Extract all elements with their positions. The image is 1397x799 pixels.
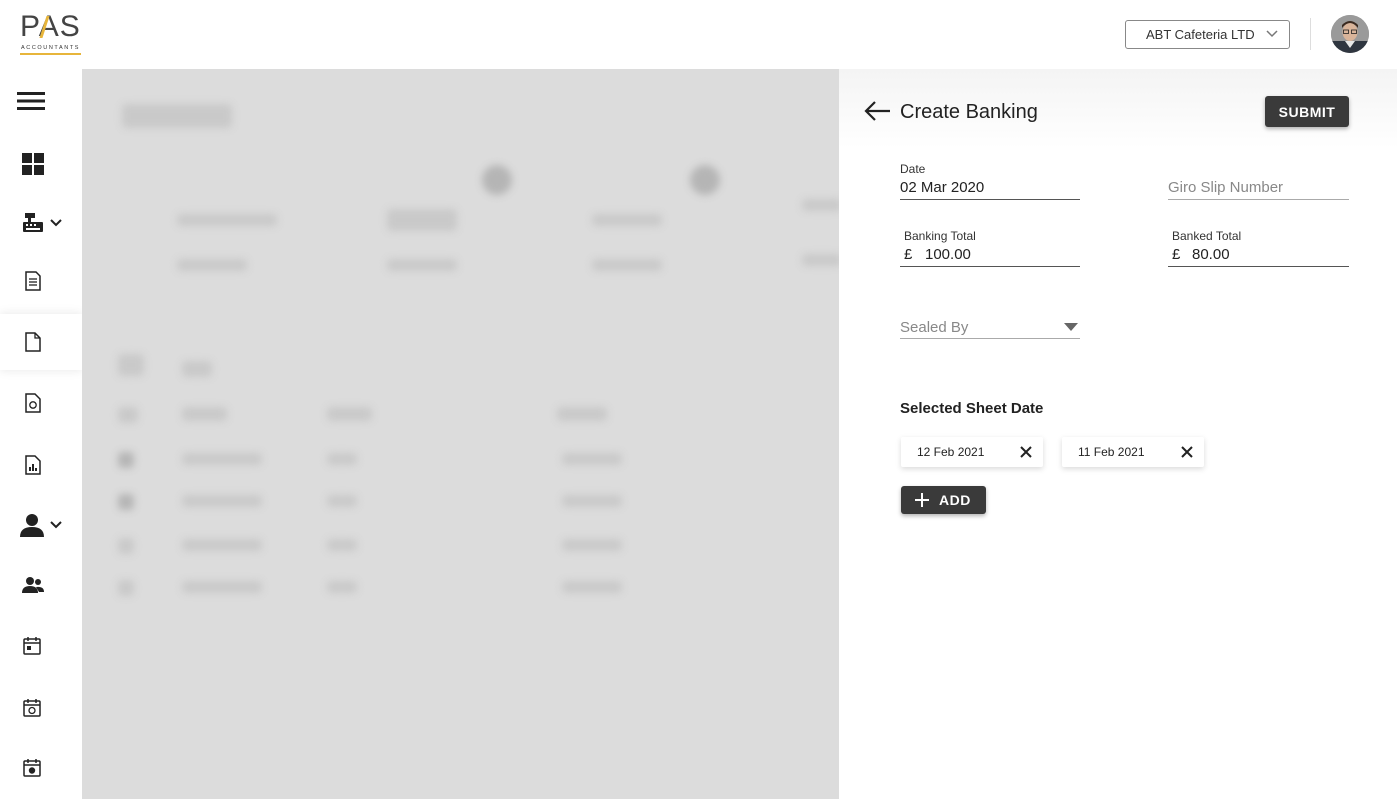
chevron-down-icon — [1266, 30, 1278, 38]
company-select-value: ABT Cafeteria LTD — [1146, 27, 1255, 42]
users-icon — [22, 577, 44, 593]
sidebar-item-calendar[interactable] — [0, 617, 82, 673]
panel-title: Create Banking — [900, 101, 1038, 123]
banking-total-field[interactable]: Banking Total £ 100.00 — [900, 228, 1080, 267]
logo-underline — [20, 53, 81, 55]
sidebar-item-calendar-check[interactable] — [0, 679, 82, 735]
document-money-icon — [25, 393, 41, 413]
document-list-icon — [25, 271, 41, 291]
company-select[interactable]: ABT Cafeteria LTD — [1125, 20, 1290, 49]
dashboard-icon — [22, 153, 44, 175]
report-icon — [25, 455, 41, 475]
sidebar-item-user[interactable] — [0, 497, 82, 553]
date-field[interactable]: Date 02 Mar 2020 — [900, 162, 1080, 200]
calendar-settings-icon — [23, 758, 41, 777]
logo-subtext: ACCOUNTANTS — [21, 45, 81, 51]
sidebar-item-dashboard[interactable] — [0, 136, 82, 192]
sidebar-item-document[interactable] — [0, 314, 82, 370]
banking-total-value: 100.00 — [925, 246, 971, 263]
back-arrow-icon[interactable] — [864, 99, 892, 123]
document-icon — [25, 332, 41, 352]
banked-total-currency: £ — [1172, 246, 1181, 263]
date-value: 02 Mar 2020 — [900, 179, 985, 196]
sidebar-item-document-money[interactable] — [0, 375, 82, 431]
close-icon[interactable] — [1180, 445, 1194, 459]
sidebar-item-report[interactable] — [0, 437, 82, 493]
sidebar-item-cash-register[interactable] — [0, 195, 82, 251]
selected-sheet-title: Selected Sheet Date — [900, 400, 1044, 417]
calendar-check-icon — [23, 698, 41, 717]
plus-icon — [915, 493, 929, 507]
add-label: ADD — [939, 492, 971, 508]
submit-button[interactable]: SUBMIT — [1265, 96, 1349, 127]
chevron-down-icon — [50, 521, 62, 529]
user-icon — [20, 514, 44, 537]
chevron-down-icon — [50, 219, 62, 227]
create-banking-panel: Create Banking SUBMIT Date 02 Mar 2020 G… — [839, 69, 1397, 799]
menu-icon — [17, 92, 45, 110]
chip-label: 11 Feb 2021 — [1078, 445, 1145, 459]
add-button[interactable]: ADD — [901, 486, 986, 514]
logo-text: PAS — [20, 10, 81, 43]
sheet-date-chip: 12 Feb 2021 — [901, 437, 1043, 467]
blurred-background[interactable] — [82, 69, 839, 799]
giro-slip-placeholder: Giro Slip Number — [1168, 179, 1284, 196]
sidebar-item-documents[interactable] — [0, 253, 82, 309]
sidebar — [0, 69, 82, 799]
banking-total-currency: £ — [904, 246, 913, 263]
dropdown-arrow-icon — [1064, 323, 1078, 331]
banked-total-value: 80.00 — [1192, 246, 1230, 263]
date-label: Date — [900, 162, 926, 176]
banked-total-label: Banked Total — [1172, 229, 1242, 243]
sidebar-item-calendar-settings[interactable] — [0, 739, 82, 795]
sheet-date-chip: 11 Feb 2021 — [1062, 437, 1204, 467]
sealed-by-placeholder: Sealed By — [900, 319, 969, 336]
banked-total-field[interactable]: Banked Total £ 80.00 — [1168, 228, 1349, 267]
header-divider — [1310, 18, 1311, 50]
cash-register-icon — [23, 213, 43, 232]
sealed-by-select[interactable]: Sealed By — [900, 317, 1080, 339]
top-header: PAS ACCOUNTANTS ABT Cafeteria LTD — [0, 0, 1397, 69]
calendar-icon — [23, 636, 41, 655]
sidebar-item-users[interactable] — [0, 557, 82, 613]
chip-label: 12 Feb 2021 — [917, 445, 985, 459]
banking-total-label: Banking Total — [904, 229, 976, 243]
user-avatar[interactable] — [1331, 15, 1369, 53]
pas-logo[interactable]: PAS ACCOUNTANTS — [20, 12, 82, 58]
close-icon[interactable] — [1019, 445, 1033, 459]
sidebar-item-menu[interactable] — [0, 73, 82, 129]
giro-slip-field[interactable]: Giro Slip Number — [1168, 177, 1349, 200]
